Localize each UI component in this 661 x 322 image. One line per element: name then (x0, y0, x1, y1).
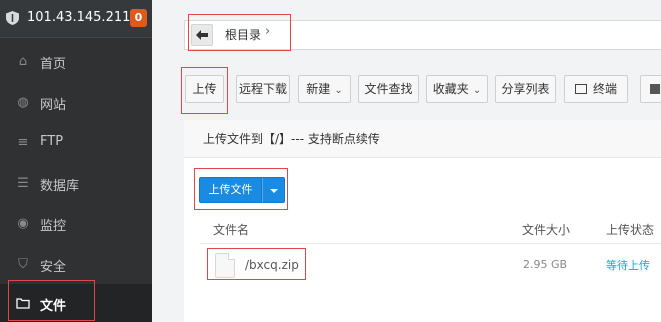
file-search-label: 文件查找 (364, 82, 413, 96)
globe-icon: ◍ (17, 95, 29, 110)
sidebar-item-label: 网站 (40, 98, 67, 113)
favorites-dropdown-button[interactable]: 收藏夹 ⌄ (426, 75, 488, 103)
column-header-size: 文件大小 (522, 223, 571, 237)
column-header-status: 上传状态 (606, 223, 655, 237)
sidebar-item-database[interactable]: ☰ 数据库 (0, 164, 152, 204)
sidebar-item-monitor[interactable]: ◉ 监控 (0, 204, 152, 244)
sidebar-item-label: 数据库 (40, 179, 80, 194)
highlight-path (188, 14, 291, 51)
monitor-icon: ◉ (17, 216, 29, 231)
terminal-button[interactable]: 终端 (564, 75, 628, 103)
new-dropdown-button[interactable]: 新建 ⌄ (298, 75, 351, 103)
drive-icon (650, 84, 660, 94)
sidebar-item-home[interactable]: ⌂ 首页 (0, 42, 152, 82)
sidebar: 101.43.145.211 0 ⌂ 首页 ◍ 网站 ≡ FTP ☰ 数据库 ◉… (0, 0, 152, 322)
ftp-icon: ≡ (17, 135, 29, 150)
file-search-button[interactable]: 文件查找 (358, 75, 419, 103)
database-icon: ☰ (17, 176, 29, 191)
file-status: 等待上传 (606, 259, 650, 272)
chevron-down-icon: ⌄ (334, 85, 343, 96)
new-label: 新建 (306, 82, 331, 96)
terminal-label: 终端 (592, 82, 617, 96)
sidebar-item-label: FTP (40, 134, 64, 149)
sidebar-item-label: 安全 (40, 260, 67, 275)
chevron-down-icon: ⌄ (472, 85, 482, 96)
table-divider (200, 243, 661, 244)
highlight-upload (181, 67, 228, 114)
sidebar-item-label: 首页 (40, 57, 67, 72)
notification-badge[interactable]: 0 (130, 9, 147, 27)
file-size: 2.95 GB (523, 258, 568, 271)
sidebar-header: 101.43.145.211 0 (0, 0, 152, 38)
more-tool-button[interactable] (640, 75, 661, 103)
shield-logo-icon (6, 11, 19, 25)
server-ip: 101.43.145.211 (27, 10, 131, 25)
highlight-file-row (207, 248, 306, 280)
highlight-upload-file (194, 168, 288, 210)
dialog-title: 上传文件到【/】--- 支持断点续传 (203, 132, 380, 146)
favorites-label: 收藏夹 (432, 82, 469, 96)
sidebar-item-label: 监控 (40, 219, 67, 234)
remote-download-label: 远程下载 (238, 82, 287, 96)
home-icon: ⌂ (18, 54, 28, 69)
sidebar-item-security[interactable]: ⛉ 安全 (0, 245, 152, 285)
terminal-icon (574, 84, 587, 94)
column-header-name: 文件名 (213, 223, 250, 237)
highlight-files-nav (8, 280, 95, 321)
sidebar-item-ftp[interactable]: ≡ FTP (0, 123, 152, 163)
remote-download-button[interactable]: 远程下载 (236, 75, 290, 103)
share-list-button[interactable]: 分享列表 (495, 75, 556, 103)
shield-icon: ⛉ (18, 257, 28, 272)
share-list-label: 分享列表 (501, 82, 550, 96)
sidebar-item-website[interactable]: ◍ 网站 (0, 83, 152, 123)
